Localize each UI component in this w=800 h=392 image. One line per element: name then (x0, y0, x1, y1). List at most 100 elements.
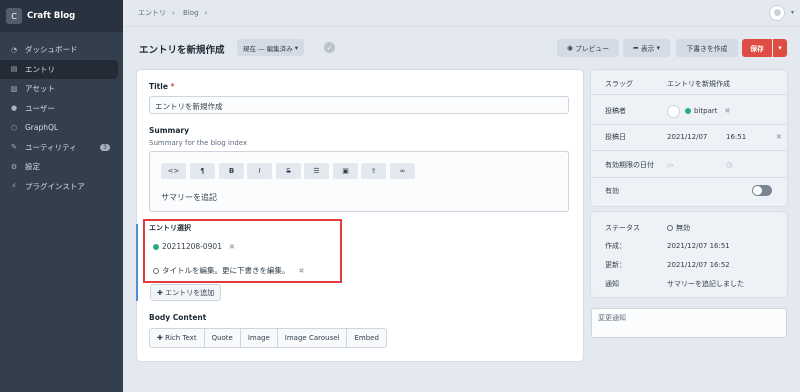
summary-text[interactable]: サマリーを追記 (161, 192, 217, 203)
sidebar-item-utilities[interactable]: ✎ ユーティリティ 3 (0, 138, 118, 158)
status-value: 無効 (667, 223, 690, 233)
add-embed-button[interactable]: Embed (347, 329, 386, 347)
sidebar-item-label: GraphQL (25, 123, 59, 133)
title-input[interactable]: エントリを新規作成 (149, 96, 569, 114)
assets-icon: ▨ (10, 84, 18, 93)
post-date-input[interactable]: 2021/12/07 (667, 133, 707, 141)
status-live-icon (153, 243, 159, 250)
sidebar-item-label: 設定 (25, 162, 40, 172)
entry-title: 20211208-0901 (162, 242, 222, 251)
author-row: 投稿者 bitpart ✖ (591, 102, 787, 120)
strikethrough-button[interactable]: S (276, 163, 301, 179)
add-entry-label: エントリを追加 (165, 288, 215, 297)
sidebar-item-dashboard[interactable]: ◔ ダッシュボード (0, 40, 118, 60)
revision-menu[interactable]: 現在 — 編集済み ▾ (237, 39, 304, 56)
code-button[interactable]: <> (161, 163, 186, 179)
user-avatar[interactable] (769, 5, 785, 21)
entries-icon: ▤ (10, 65, 18, 74)
calendar-icon[interactable]: ▭ (667, 161, 674, 169)
status-row: ステータス 無効 (591, 222, 787, 234)
sidebar-item-users[interactable]: ● ユーザー (0, 99, 118, 119)
save-button[interactable]: 保存 (742, 39, 772, 57)
plugin-store-icon: ⚡ (11, 182, 17, 191)
remove-icon[interactable]: ✖ (725, 107, 731, 115)
sidebar-item-label: ダッシュボード (25, 45, 78, 55)
revision-notes-input[interactable]: 変更通知 (591, 308, 787, 338)
notes-label: 通知 (605, 280, 619, 288)
slug-input[interactable]: エントリを新規作成 (667, 79, 730, 89)
embed-button[interactable]: ⇪ (361, 163, 386, 179)
remove-icon[interactable]: ✖ (229, 243, 235, 251)
clear-icon[interactable]: ✖ (776, 133, 782, 141)
remove-icon[interactable]: ✖ (299, 267, 305, 275)
enabled-row: 有効 (591, 184, 787, 198)
author-name: bitpart (694, 107, 718, 115)
enabled-label: 有効 (605, 187, 619, 195)
matrix-block-buttons: ✚ Rich Text Quote Image Image Carousel E… (149, 328, 387, 348)
sidebar: C Craft Blog ◔ ダッシュボード ▤ エントリ ▨ アセット ● ユ… (0, 0, 123, 392)
updated-label: 更新： (605, 261, 626, 269)
sidebar-item-assets[interactable]: ▨ アセット (0, 79, 118, 99)
clock-icon[interactable]: ◷ (726, 161, 732, 169)
notes-value: サマリーを追記しました (667, 280, 744, 288)
block-type-label: Rich Text (165, 334, 197, 342)
created-row: 作成： 2021/12/07 16:51 (591, 240, 787, 252)
chevron-right-icon: › (172, 9, 175, 17)
add-image-carousel-button[interactable]: Image Carousel (277, 329, 348, 347)
add-entry-button[interactable]: ✚ エントリを追加 (150, 284, 222, 301)
title-label-text: Title (149, 82, 168, 91)
sidebar-item-entries[interactable]: ▤ エントリ (0, 59, 118, 79)
save-draft-label: 下書きを作成 (686, 45, 728, 53)
divider (591, 150, 787, 151)
list-button[interactable]: ☰ (304, 163, 329, 179)
site-switcher[interactable]: C Craft Blog (0, 0, 123, 32)
image-button[interactable]: ▣ (333, 163, 358, 179)
sidebar-nav: ◔ ダッシュボード ▤ エントリ ▨ アセット ● ユーザー ⬡ GraphQL… (0, 32, 123, 196)
status-label: ステータス (605, 224, 640, 232)
status-text: 無効 (676, 224, 690, 232)
sidebar-item-settings[interactable]: ⚙ 設定 (0, 157, 118, 177)
entry-element[interactable]: タイトルを編集。更に下書きを編集。 ✖ (153, 265, 304, 276)
revision-label: 現在 — 編集済み (243, 44, 293, 53)
add-image-button[interactable]: Image (240, 329, 278, 347)
sidebar-item-label: アセット (25, 84, 55, 94)
utilities-badge: 3 (100, 143, 110, 151)
sidebar-item-graphql[interactable]: ⬡ GraphQL (0, 118, 118, 138)
author-select[interactable]: bitpart ✖ (667, 104, 731, 118)
italic-button[interactable]: I (247, 163, 272, 179)
summary-field-label: Summary (149, 126, 190, 135)
link-button[interactable]: ∞ (390, 163, 415, 179)
summary-instructions: Summary for the blog index (149, 139, 248, 147)
save-draft-button[interactable]: 下書きを作成 (676, 39, 738, 57)
enabled-toggle[interactable] (752, 185, 772, 196)
sidebar-item-label: ユーティリティ (25, 142, 77, 152)
gear-icon: ⚙ (10, 162, 18, 171)
view-button[interactable]: ➦ 表示 ▾ (623, 39, 670, 57)
chevron-down-icon[interactable]: ▾ (791, 9, 794, 16)
post-time-input[interactable]: 16:51 (726, 133, 746, 141)
preview-button[interactable]: ◉ プレビュー (557, 39, 619, 57)
status-panel: ステータス 無効 作成： 2021/12/07 16:51 更新： 2021/1… (591, 212, 787, 297)
add-quote-button[interactable]: Quote (204, 329, 241, 347)
bold-button[interactable]: B (219, 163, 244, 179)
chevron-down-icon: ▾ (778, 44, 782, 52)
paragraph-button[interactable]: ¶ (190, 163, 215, 179)
chevron-right-icon: › (204, 9, 208, 17)
divider (591, 94, 787, 95)
breadcrumb-entries[interactable]: エントリ (138, 9, 166, 17)
add-rich-text-button[interactable]: ✚ Rich Text (150, 329, 205, 347)
sidebar-item-plugin-store[interactable]: ⚡ プラグインストア (0, 177, 118, 197)
updated-row: 更新： 2021/12/07 16:52 (591, 259, 787, 271)
save-label: 保存 (750, 45, 764, 53)
save-menu-button[interactable]: ▾ (773, 39, 787, 57)
required-marker: * (170, 82, 175, 91)
page-title: エントリを新規作成 (139, 45, 225, 56)
utilities-icon: ✎ (11, 143, 17, 152)
slug-row: スラッグ エントリを新規作成 (591, 77, 787, 91)
updated-value: 2021/12/07 16:52 (667, 261, 730, 269)
summary-editor[interactable]: <> ¶ B I S ☰ ▣ ⇪ ∞ サマリーを追記 (149, 151, 569, 212)
status-disabled-icon (667, 225, 673, 231)
share-icon: ➦ (632, 44, 641, 52)
entry-element[interactable]: 20211208-0901 ✖ (153, 242, 235, 251)
breadcrumb-blog[interactable]: Blog (183, 9, 198, 17)
